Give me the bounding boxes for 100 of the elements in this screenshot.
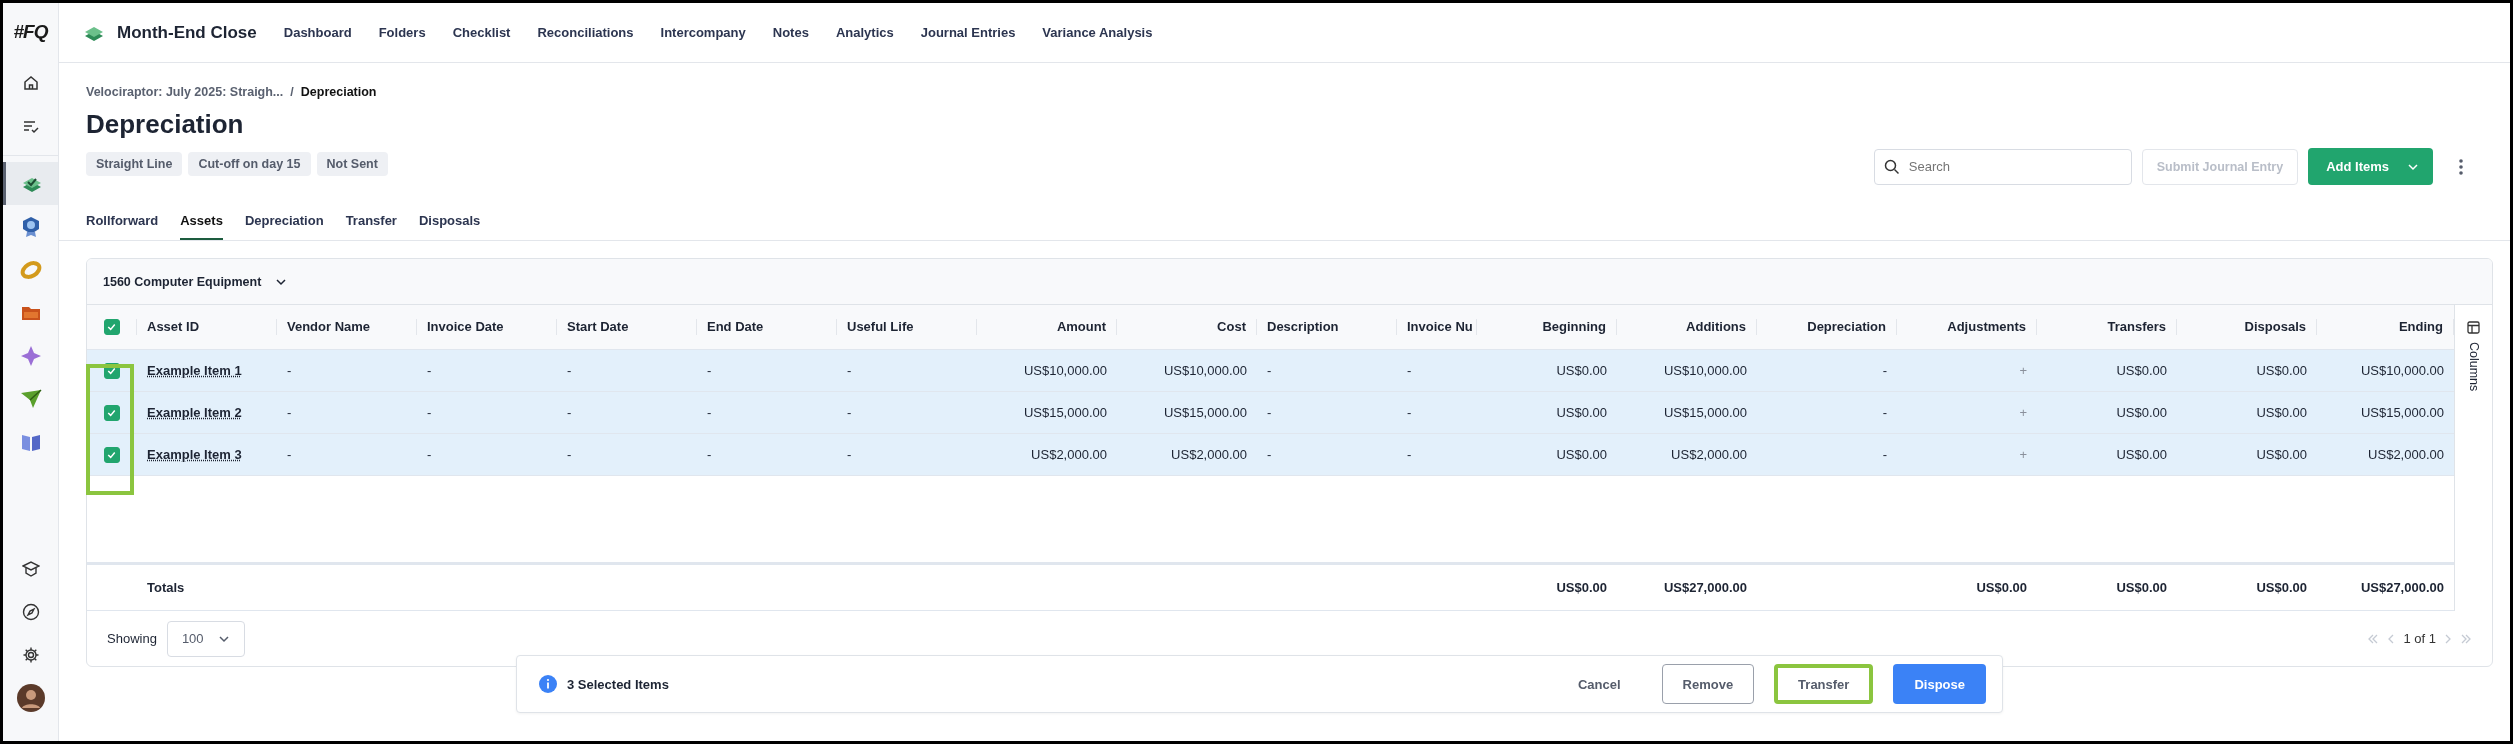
table-cell-text: - [286, 447, 293, 462]
asset-link[interactable]: Example Item 1 [137, 363, 277, 378]
table-cell-text: - [426, 363, 433, 378]
tag: Not Sent [316, 152, 388, 176]
table-cell-text: US$15,000.00 [1662, 405, 1748, 420]
action-button[interactable]: Remove [1661, 664, 1755, 704]
tab[interactable]: Disposals [418, 205, 481, 240]
nav-link[interactable]: Journal Entries [920, 25, 1016, 40]
table-cell-text: US$15,000.00 [1022, 405, 1108, 420]
app-logo[interactable]: #FQ [13, 3, 48, 61]
table-cell-text: US$0.00 [1555, 447, 1608, 462]
table-cell-text: - [1406, 447, 1413, 462]
table-cell-text: + [2018, 363, 2028, 378]
home-icon[interactable] [21, 73, 40, 92]
more-options-icon[interactable] [2459, 158, 2463, 175]
select-all-checkbox[interactable] [103, 319, 120, 335]
graduation-cap-icon[interactable] [21, 559, 40, 578]
total-cell-text: US$0.00 [2115, 580, 2168, 595]
table-cell-text: - [846, 405, 853, 420]
tab[interactable]: Rollforward [86, 205, 159, 240]
tab[interactable]: Transfer [345, 205, 397, 240]
table-cell-text: - [1406, 405, 1413, 420]
table-cell-text: US$15,000.00 [2359, 405, 2445, 420]
action-button[interactable]: Dispose [1893, 664, 1986, 704]
table-cell-text: US$10,000.00 [1662, 363, 1748, 378]
table-cell-text: US$10,000.00 [1022, 363, 1108, 378]
totals-label: Totals [146, 580, 186, 595]
column-header[interactable]: Amount [977, 319, 1117, 335]
table-cell-text: US$10,000.00 [2359, 363, 2445, 378]
table-cell-text: US$0.00 [2115, 447, 2168, 462]
table-cell-text: US$0.00 [2255, 447, 2308, 462]
column-header[interactable]: Asset ID [137, 319, 277, 335]
table-cell-text: - [566, 447, 573, 462]
table-columns-icon [2467, 321, 2480, 334]
app-title: Month-End Close [117, 22, 257, 43]
info-icon [539, 675, 557, 693]
compass-icon[interactable] [21, 602, 40, 621]
table-cell-text: - [426, 405, 433, 420]
column-header[interactable]: Transfers [2037, 319, 2177, 335]
nav-link[interactable]: Analytics [835, 25, 894, 40]
table-cell-text: US$2,000.00 [1670, 447, 1748, 462]
table-cell-text: US$0.00 [2255, 405, 2308, 420]
table-cell-text: US$0.00 [2255, 363, 2308, 378]
column-header[interactable]: Invoice Date [417, 319, 557, 335]
account-group-label[interactable]: 1560 Computer Equipment [103, 274, 262, 289]
table-cell-text: + [2018, 447, 2028, 462]
table-cell-text: - [846, 447, 853, 462]
table-cell-text: US$0.00 [2115, 405, 2168, 420]
nav-link[interactable]: Dashboard [283, 25, 352, 40]
row-checkbox[interactable] [104, 446, 120, 463]
column-header[interactable]: Beginning [1477, 319, 1617, 335]
table-cell-text: - [286, 363, 293, 378]
column-header[interactable]: Vendor Name [277, 319, 417, 335]
column-header[interactable]: Start Date [557, 319, 697, 335]
page-size-dropdown[interactable]: 100 [166, 620, 245, 657]
table-cell-text: - [1266, 405, 1273, 420]
column-header[interactable]: Invoice Nu [1397, 319, 1477, 335]
nav-link[interactable]: Folders [378, 25, 426, 40]
table-cell-text: US$10,000.00 [1162, 363, 1248, 378]
sparkle-icon[interactable] [19, 344, 42, 367]
column-header[interactable]: Depreciation [1757, 319, 1897, 335]
column-header[interactable]: Cost [1117, 319, 1257, 335]
tab[interactable]: Depreciation [244, 205, 324, 240]
nav-link[interactable]: Intercompany [660, 25, 746, 40]
avatar-icon[interactable] [16, 683, 45, 712]
action-button[interactable]: Transfer [1774, 664, 1874, 704]
table-cell-text: US$0.00 [1555, 363, 1608, 378]
column-header[interactable]: Ending [2317, 319, 2454, 335]
nav-link[interactable]: Variance Analysis [1042, 25, 1153, 40]
column-header[interactable]: Adjustments [1897, 319, 2037, 335]
tab[interactable]: Assets [180, 205, 223, 240]
table-cell-text: - [1881, 363, 1888, 378]
column-header[interactable]: Useful Life [837, 319, 977, 335]
paper-plane-icon[interactable] [19, 387, 42, 410]
nav-link[interactable]: Notes [772, 25, 809, 40]
column-header[interactable]: Additions [1617, 319, 1757, 335]
column-header[interactable]: Description [1257, 319, 1397, 335]
nav-link[interactable]: Reconciliations [537, 25, 634, 40]
page-title: Depreciation [86, 109, 245, 140]
table-cell-text: US$15,000.00 [1162, 405, 1248, 420]
asset-link[interactable]: Example Item 2 [137, 405, 277, 420]
total-cell-text: US$27,000.00 [2359, 580, 2445, 595]
total-cell-text: US$0.00 [2255, 580, 2308, 595]
table-cell-text: US$2,000.00 [2367, 447, 2445, 462]
tag: Cut-off on day 15 [188, 152, 311, 176]
table-cell-text: - [426, 447, 433, 462]
sidebar-item[interactable] [3, 162, 58, 205]
settings-icon[interactable] [21, 645, 40, 664]
nav-link[interactable]: Checklist [452, 25, 511, 40]
table-cell-text: - [1881, 405, 1888, 420]
column-header[interactable]: Disposals [2177, 319, 2317, 335]
search-field[interactable]: Search [1873, 148, 2132, 185]
column-header[interactable]: End Date [697, 319, 837, 335]
asset-link[interactable]: Example Item 3 [137, 447, 277, 462]
total-cell-text: US$0.00 [1555, 580, 1608, 595]
table-cell-text: - [846, 363, 853, 378]
row-checkbox[interactable] [104, 404, 120, 421]
table-cell-text: + [2018, 405, 2028, 420]
breadcrumb-item[interactable]: Velociraptor: July 2025: Straigh... [86, 85, 284, 99]
columns-panel-toggle[interactable]: Columns [2454, 305, 2492, 611]
